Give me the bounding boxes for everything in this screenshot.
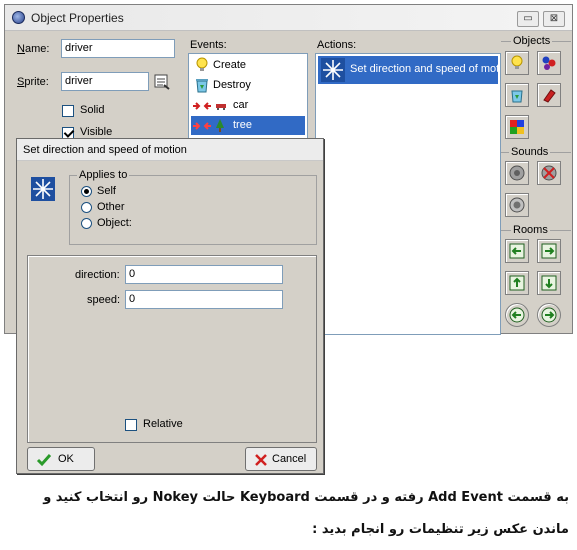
tool-destroy-button[interactable] xyxy=(505,83,529,107)
ok-button[interactable]: OK xyxy=(27,447,95,471)
window-titlebar[interactable]: Object Properties ▭ ⊠ xyxy=(5,5,572,31)
arrow-up-icon xyxy=(509,275,525,291)
dialog-titlebar[interactable]: Set direction and speed of motion xyxy=(17,139,323,161)
name-label-text: ame: xyxy=(24,43,50,55)
recycle-bin-icon xyxy=(511,90,523,103)
action-item[interactable]: Set direction and speed of motion xyxy=(318,56,500,84)
lightbulb-icon xyxy=(511,55,523,69)
arrow-left-icon xyxy=(509,243,525,259)
cross-icon xyxy=(255,454,267,466)
solid-checkbox[interactable] xyxy=(62,105,74,117)
tool-change-object-button[interactable] xyxy=(537,51,561,75)
sprite-input[interactable]: driver xyxy=(61,72,149,91)
event-item-tree[interactable]: tree xyxy=(191,116,305,135)
checkmark-icon xyxy=(36,454,52,467)
restore-button[interactable]: ▭ xyxy=(517,11,539,27)
round-arrow-left-icon xyxy=(509,307,525,323)
event-item-destroy[interactable]: Destroy xyxy=(191,76,305,95)
colored-balls-icon xyxy=(542,56,556,70)
tool-sprite-button[interactable] xyxy=(505,115,529,139)
set-motion-dialog: Set direction and speed of motion Applie… xyxy=(16,138,324,474)
rooms-group-label: Rooms xyxy=(511,224,550,236)
speed-input[interactable]: 0 xyxy=(125,290,283,309)
recycle-bin-icon xyxy=(196,79,208,93)
relative-label: Relative xyxy=(143,418,183,430)
relative-checkbox[interactable] xyxy=(125,419,137,431)
applies-to-label: Applies to xyxy=(77,169,130,181)
tool-stop-sound-button[interactable] xyxy=(537,161,561,185)
window-title: Object Properties xyxy=(31,11,124,25)
speaker-check-icon xyxy=(509,197,525,213)
red-object-icon xyxy=(543,89,556,103)
close-button[interactable]: ⊠ xyxy=(543,11,565,27)
speed-label: speed: xyxy=(87,294,121,306)
events-list: Create Destroy car tree xyxy=(188,53,308,143)
radio-object[interactable] xyxy=(81,218,92,229)
tool-next-room-button[interactable] xyxy=(537,239,561,263)
caption-line-2: ماندن عکس زیر تنظیمات رو انجام بدید : xyxy=(312,522,569,537)
arrow-right-icon xyxy=(541,243,557,259)
objects-group-label: Objects xyxy=(511,35,553,47)
tool-check-sound-button[interactable] xyxy=(505,193,529,217)
caption-line-1: به قسمت Add Event رفته و در قسمت Keyboar… xyxy=(43,490,569,505)
direction-input[interactable]: 0 xyxy=(125,265,283,284)
radio-other-label: Other xyxy=(97,201,125,213)
color-blocks-icon xyxy=(510,120,524,134)
sounds-group-label: Sounds xyxy=(509,146,551,158)
collision-icon xyxy=(193,102,211,110)
radio-other[interactable] xyxy=(81,202,92,213)
visible-label: Visible xyxy=(80,126,113,138)
motion-arrows-icon xyxy=(31,177,55,201)
direction-label: direction: xyxy=(75,269,120,281)
round-arrow-right-icon xyxy=(541,307,557,323)
name-input[interactable]: driver xyxy=(61,39,175,58)
events-header: Events: xyxy=(190,39,227,51)
tool-goto-room-button[interactable] xyxy=(537,271,561,295)
tool-restart-room-button[interactable] xyxy=(505,271,529,295)
speaker-muted-icon xyxy=(541,165,557,181)
solid-label: Solid xyxy=(80,104,105,116)
motion-arrows-icon xyxy=(321,58,345,82)
tree-sprite-icon xyxy=(216,119,224,132)
speaker-icon xyxy=(509,165,525,181)
name-label: Name: xyxy=(17,43,50,55)
lightbulb-icon xyxy=(196,57,208,71)
cancel-button[interactable]: Cancel xyxy=(245,447,317,471)
tool-if-next-room-button[interactable] xyxy=(537,303,561,327)
radio-object-label: Object: xyxy=(97,217,132,229)
tool-play-sound-button[interactable] xyxy=(505,161,529,185)
app-icon xyxy=(12,11,25,24)
event-item-car[interactable]: car xyxy=(191,96,305,115)
actions-header: Actions: xyxy=(317,39,357,51)
event-item-create[interactable]: Create xyxy=(191,56,305,75)
actions-list: Set direction and speed of motion xyxy=(315,53,501,335)
tool-if-previous-room-button[interactable] xyxy=(505,303,529,327)
tool-lightbulb-button[interactable] xyxy=(505,51,529,75)
car-sprite-icon xyxy=(216,104,226,110)
tool-instance-button[interactable] xyxy=(537,83,561,107)
radio-self-label: Self xyxy=(97,185,116,197)
sprite-label: Sprite: xyxy=(17,76,49,88)
collision-icon xyxy=(193,122,211,130)
radio-self[interactable] xyxy=(81,186,92,197)
sprite-menu-icon[interactable] xyxy=(153,73,171,91)
dialog-title: Set direction and speed of motion xyxy=(23,144,187,156)
tool-previous-room-button[interactable] xyxy=(505,239,529,263)
arrow-down-icon xyxy=(541,275,557,291)
